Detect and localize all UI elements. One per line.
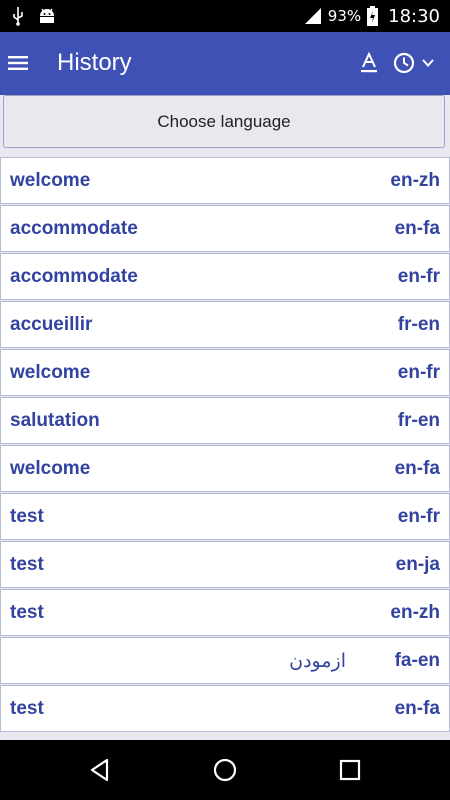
history-word: welcome [10, 170, 91, 191]
history-clock-icon [393, 52, 415, 74]
home-button[interactable] [212, 757, 238, 783]
history-row[interactable]: test en-ja [0, 541, 450, 588]
history-row[interactable]: welcome en-fa [0, 445, 450, 492]
font-size-button[interactable] [358, 50, 380, 76]
font-size-icon [361, 51, 377, 73]
history-word: welcome [10, 458, 91, 479]
history-lang: en-zh [390, 602, 440, 623]
history-word: accueillir [10, 314, 93, 335]
history-button[interactable] [392, 50, 440, 76]
history-word: accommodate [10, 266, 138, 287]
menu-icon [8, 56, 28, 70]
recents-button[interactable] [337, 757, 363, 783]
history-word: test [10, 554, 44, 575]
status-bar: 93% 18:30 [0, 0, 450, 32]
history-row[interactable]: ازمودن fa-en [0, 637, 450, 684]
history-lang: fr-en [397, 410, 440, 431]
history-word: accommodate [10, 218, 138, 239]
history-word: salutation [10, 410, 100, 431]
status-left [12, 6, 56, 26]
history-list: welcome en-zh accommodate en-fa accommod… [0, 157, 450, 733]
app-bar: History [0, 32, 450, 95]
history-word: test [10, 602, 44, 623]
history-row[interactable]: accommodate en-fr [0, 253, 450, 300]
back-button[interactable] [88, 757, 114, 783]
battery-percent: 93% [327, 7, 362, 25]
menu-button[interactable] [8, 51, 30, 75]
history-lang: en-fr [397, 362, 440, 383]
history-word: welcome [10, 362, 91, 383]
history-lang: en-ja [395, 554, 440, 575]
status-right: 93% 18:30 [304, 0, 440, 32]
chevron-down-icon [422, 59, 434, 67]
history-row[interactable]: accommodate en-fa [0, 205, 450, 252]
android-icon [40, 8, 54, 23]
history-content: Choose language welcome en-zh accommodat… [0, 95, 450, 740]
history-word: test [10, 506, 44, 527]
history-lang: en-fr [397, 266, 440, 287]
history-lang: en-fa [394, 218, 440, 239]
usb-icon [13, 7, 23, 26]
navigation-bar [0, 740, 450, 800]
history-lang: en-fa [394, 698, 440, 719]
home-icon [213, 758, 237, 782]
history-lang: fr-en [397, 314, 440, 335]
choose-language-button[interactable]: Choose language [3, 95, 445, 148]
history-lang: en-zh [390, 170, 440, 191]
history-row[interactable]: test en-fa [0, 685, 450, 732]
page-title: History [57, 49, 132, 76]
back-icon [90, 758, 109, 782]
history-word: ازمودن [289, 651, 346, 672]
history-row[interactable]: accueillir fr-en [0, 301, 450, 348]
history-lang: en-fr [397, 506, 440, 527]
recents-icon [339, 759, 361, 781]
history-lang: fa-en [394, 650, 440, 671]
history-row[interactable]: welcome en-zh [0, 157, 450, 204]
clock-time: 18:30 [388, 5, 440, 27]
history-row[interactable]: test en-zh [0, 589, 450, 636]
history-lang: en-fa [394, 458, 440, 479]
history-row[interactable]: welcome en-fr [0, 349, 450, 396]
history-row[interactable]: test en-fr [0, 493, 450, 540]
history-word: test [10, 698, 44, 719]
history-row[interactable]: salutation fr-en [0, 397, 450, 444]
battery-charging-icon [367, 6, 379, 26]
signal-icon [304, 8, 321, 24]
